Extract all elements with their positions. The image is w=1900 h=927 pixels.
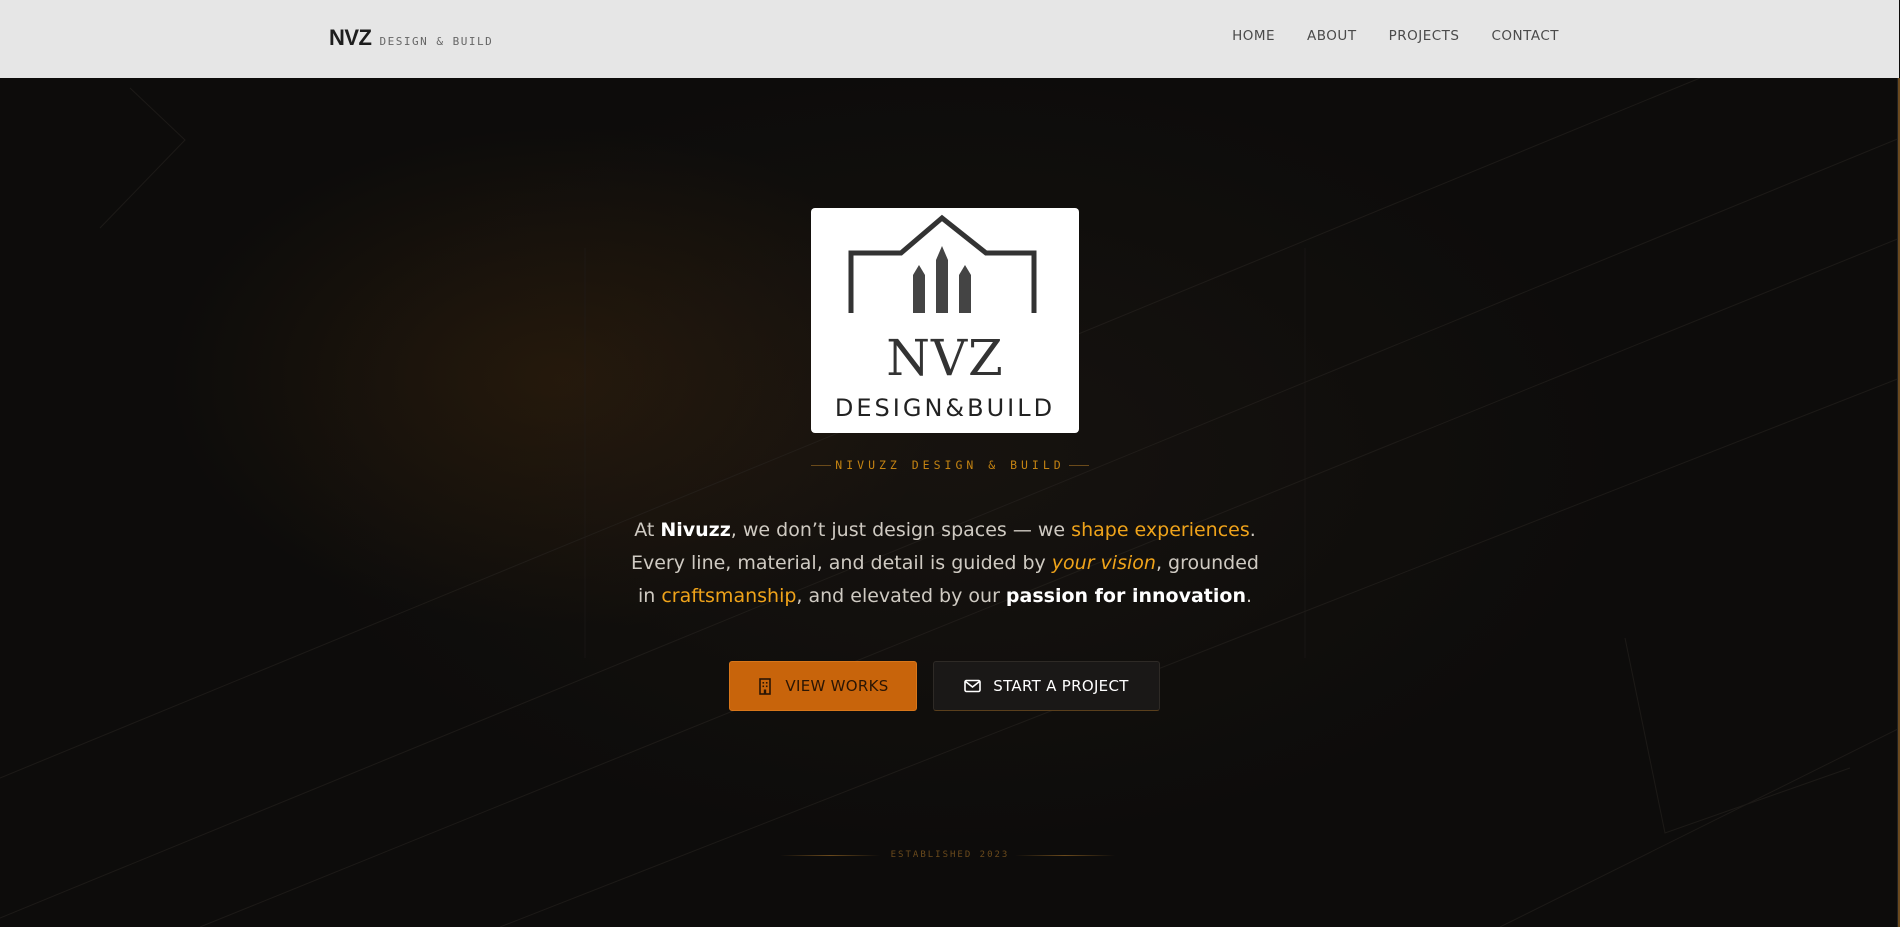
nav-projects[interactable]: PROJECTS [1389,28,1460,44]
tagline-highlight-italic: your vision [1051,552,1156,574]
view-works-label: VIEW WORKS [785,677,889,695]
nav-contact[interactable]: CONTACT [1491,28,1559,44]
hero-section: NVZ DESIGN&BUILD NIVUZZ DESIGN & BUILD A… [0,78,1900,927]
site-header: NVZ DESIGN & BUILD HOME ABOUT PROJECTS C… [0,0,1899,78]
tagline-highlight: craftsmanship [661,585,797,607]
eyebrow-right-dash [1068,465,1089,466]
brand-mark: NVZ [329,25,372,50]
tagline-text: At [634,519,661,541]
logo-wordmark-text: DESIGN&BUILD [834,394,1056,422]
house-outline-icon [848,214,1037,313]
background-lines [0,78,1900,927]
company-logo-card: NVZ DESIGN&BUILD [811,208,1079,433]
brand-logo[interactable]: NVZ DESIGN & BUILD [329,25,493,51]
tagline-emphasis: passion for innovation [1005,585,1246,607]
mail-icon [964,679,982,693]
tagline-text: , and elevated by our [796,585,1006,607]
hero-tagline: At Nivuzz, we don’t just design spaces —… [620,514,1270,613]
start-project-label: START A PROJECT [993,677,1129,695]
building-icon [759,677,772,695]
tagline-highlight: shape experiences [1071,519,1250,541]
eyebrow-text: NIVUZZ DESIGN & BUILD [835,458,1065,472]
eyebrow-left-dash [811,465,832,466]
main-nav: HOME ABOUT PROJECTS CONTACT [1200,28,1559,44]
hero-eyebrow: NIVUZZ DESIGN & BUILD [0,458,1900,472]
logo-mark-text: NVZ [886,329,1004,387]
view-works-button[interactable]: VIEW WORKS [729,661,917,711]
tagline-text: . [1245,585,1253,607]
established-text: ESTABLISHED 2023 [890,850,1010,860]
tagline-text: , we don’t just design spaces — we [730,519,1072,541]
brand-subtitle: DESIGN & BUILD [379,35,494,48]
tagline-brand: Nivuzz [660,519,731,541]
established-right-line [1015,855,1115,856]
nav-home[interactable]: HOME [1232,28,1275,44]
nav-about[interactable]: ABOUT [1307,28,1357,44]
page: NVZ DESIGN & BUILD HOME ABOUT PROJECTS C… [0,0,1900,927]
start-project-button[interactable]: START A PROJECT [933,661,1160,711]
